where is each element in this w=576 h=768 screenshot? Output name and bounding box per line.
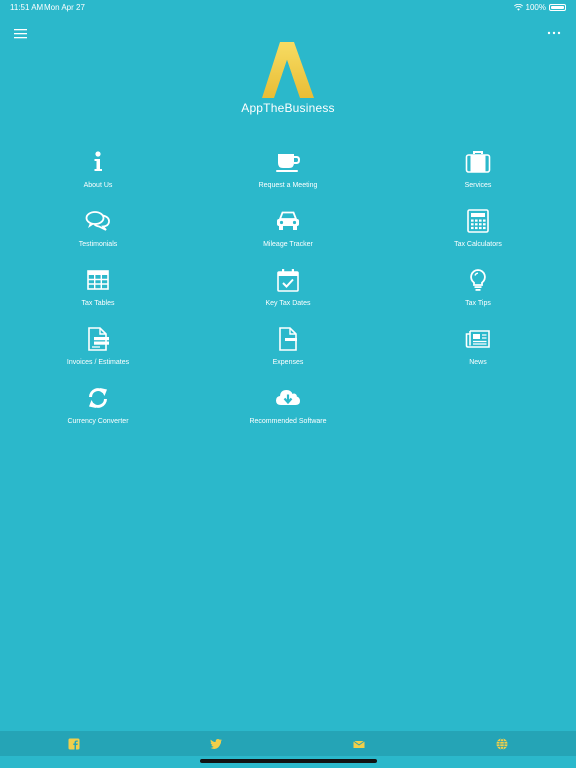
menu-item-key-tax-dates[interactable]: Key Tax Dates — [218, 268, 358, 318]
briefcase-icon — [465, 151, 491, 173]
menu-item-expenses[interactable]: Expenses — [218, 327, 358, 377]
bottom-social-bar — [0, 731, 576, 756]
hamburger-menu-icon[interactable] — [14, 28, 28, 40]
menu-item-label: News — [469, 359, 487, 366]
home-indicator[interactable] — [200, 759, 377, 763]
calendar-check-icon — [277, 269, 299, 292]
menu-item-services[interactable]: Services — [408, 150, 548, 200]
menu-item-label: Services — [464, 182, 492, 189]
app-name: AppTheBusiness — [241, 101, 335, 115]
invoice-icon — [88, 327, 109, 351]
info-icon — [94, 151, 102, 171]
more-options-icon[interactable] — [547, 28, 561, 38]
facebook-icon[interactable] — [67, 737, 81, 751]
lightbulb-icon — [470, 269, 486, 291]
status-date: Mon Apr 27 — [44, 3, 85, 12]
document-icon — [279, 327, 297, 351]
menu-item-label: Mileage Tracker — [263, 241, 313, 248]
battery-percent: 100% — [525, 3, 546, 12]
menu-item-label: Request a Meeting — [258, 182, 318, 189]
app-logo — [262, 42, 314, 98]
twitter-icon[interactable] — [209, 737, 223, 751]
menu-item-label: Key Tax Dates — [265, 300, 311, 307]
menu-item-tax-tables[interactable]: Tax Tables — [28, 268, 168, 318]
status-indicators: 100% — [513, 3, 566, 12]
calculator-icon — [467, 209, 489, 233]
refresh-arrows-icon — [89, 388, 107, 408]
globe-icon[interactable] — [495, 737, 509, 751]
menu-item-label: Invoices / Estimates — [66, 359, 130, 366]
car-icon — [277, 211, 299, 230]
menu-item-label: Expenses — [272, 359, 304, 366]
coffee-cup-icon — [276, 154, 301, 172]
newspaper-icon — [465, 330, 490, 348]
menu-item-news[interactable]: News — [408, 327, 548, 377]
mail-icon[interactable] — [352, 737, 366, 751]
menu-item-recommended-software[interactable]: Recommended Software — [218, 386, 358, 436]
menu-item-label: Currency Converter — [67, 418, 129, 425]
cloud-download-icon — [276, 390, 300, 405]
menu-item-label: Testimonials — [78, 241, 118, 248]
menu-item-label: Recommended Software — [249, 418, 327, 425]
menu-item-tax-calculators[interactable]: Tax Calculators — [408, 209, 548, 259]
status-bar: 11:51 AM Mon Apr 27 100% — [0, 0, 576, 14]
menu-item-invoices-estimates[interactable]: Invoices / Estimates — [28, 327, 168, 377]
menu-item-label: Tax Tips — [465, 300, 491, 307]
menu-item-testimonials[interactable]: Testimonials — [28, 209, 168, 259]
menu-item-mileage-tracker[interactable]: Mileage Tracker — [218, 209, 358, 259]
battery-icon — [549, 4, 566, 11]
menu-item-label: Tax Calculators — [454, 241, 502, 248]
menu-item-label: About Us — [83, 182, 113, 189]
menu-item-request-a-meeting[interactable]: Request a Meeting — [218, 150, 358, 200]
status-time: 11:51 AM — [10, 3, 44, 12]
menu-item-tax-tips[interactable]: Tax Tips — [408, 268, 548, 318]
table-icon — [87, 270, 109, 290]
menu-item-currency-converter[interactable]: Currency Converter — [28, 386, 168, 436]
speech-bubbles-icon — [85, 211, 110, 231]
menu-item-label: Tax Tables — [81, 300, 115, 307]
menu-item-about-us[interactable]: About Us — [28, 150, 168, 200]
wifi-icon — [513, 4, 523, 11]
